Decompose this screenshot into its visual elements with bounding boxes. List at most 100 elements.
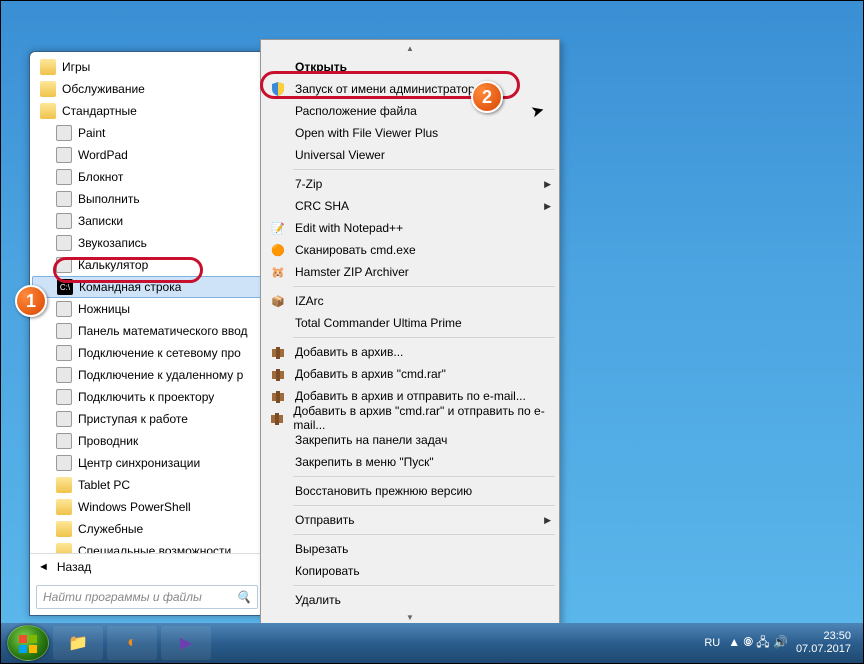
menu-item-label: Командная строка [79, 280, 181, 294]
ctx-item-1[interactable]: Запуск от имени администратора [263, 78, 557, 100]
menu-item-label: Служебные [78, 522, 143, 536]
ctx-item-19[interactable]: Закрепить на панели задач [263, 429, 557, 451]
ctx-item-label: Universal Viewer [295, 148, 385, 162]
taskbar-explorer[interactable]: 📁 [53, 626, 103, 660]
blank-icon [269, 103, 287, 119]
menu-item-label: Обслуживание [62, 82, 145, 96]
ctx-item-8[interactable]: 📝Edit with Notepad++ [263, 217, 557, 239]
ctx-item-10[interactable]: 🐹Hamster ZIP Archiver [263, 261, 557, 283]
menu-item-paint[interactable]: Paint [32, 122, 262, 144]
folder-icon [56, 521, 72, 537]
menu-item-cmd[interactable]: C:\Командная строка [32, 276, 262, 298]
ctx-item-3[interactable]: Open with File Viewer Plus [263, 122, 557, 144]
paint-icon [56, 125, 72, 141]
blank-icon [269, 541, 287, 557]
math-icon [56, 323, 72, 339]
menu-item-folder[interactable]: Tablet PC [32, 474, 262, 496]
menu-item-notepad[interactable]: Блокнот [32, 166, 262, 188]
menu-item-label: Блокнот [78, 170, 123, 184]
scroll-up-icon[interactable]: ▲ [263, 42, 557, 56]
ctx-item-18[interactable]: Добавить в архив "cmd.rar" и отправить п… [263, 407, 557, 429]
menu-item-notes[interactable]: Записки [32, 210, 262, 232]
sound-icon [56, 235, 72, 251]
start-button[interactable] [7, 625, 49, 661]
ctx-item-29[interactable]: Удалить [263, 589, 557, 611]
blank-icon [269, 512, 287, 528]
menu-item-label: Приступая к работе [78, 412, 188, 426]
ctx-item-7[interactable]: CRC SHA▶ [263, 195, 557, 217]
menu-item-folder[interactable]: Windows PowerShell [32, 496, 262, 518]
hamster-icon: 🐹 [269, 264, 287, 280]
ctx-item-16[interactable]: Добавить в архив "cmd.rar" [263, 363, 557, 385]
menu-item-label: Звукозапись [78, 236, 147, 250]
back-button[interactable]: ◄ Назад [30, 553, 264, 579]
menu-item-folder-open[interactable]: Стандартные [32, 100, 262, 122]
ctx-item-22[interactable]: Восстановить прежнюю версию [263, 480, 557, 502]
tray-date: 07.07.2017 [796, 643, 851, 656]
ctx-item-label: Запуск от имени администратора [295, 82, 481, 96]
ctx-item-27[interactable]: Копировать [263, 560, 557, 582]
menu-item-folder[interactable]: Обслуживание [32, 78, 262, 100]
ctx-item-9[interactable]: 🟠 Сканировать cmd.exe [263, 239, 557, 261]
ctx-item-24[interactable]: Отправить▶ [263, 509, 557, 531]
menu-item-sound[interactable]: Звукозапись [32, 232, 262, 254]
ctx-item-26[interactable]: Вырезать [263, 538, 557, 560]
taskbar-mediaplayer[interactable]: ◐ [107, 626, 157, 660]
ctx-item-6[interactable]: 7-Zip▶ [263, 173, 557, 195]
ctx-item-12[interactable]: 📦IZArc [263, 290, 557, 312]
ctx-item-label: Edit with Notepad++ [295, 221, 403, 235]
calc-icon [56, 257, 72, 273]
search-icon: 🔍 [236, 590, 251, 604]
menu-item-run[interactable]: Выполнить [32, 188, 262, 210]
rdp-icon [56, 367, 72, 383]
blank-icon [269, 125, 287, 141]
ctx-item-2[interactable]: Расположение файла [263, 100, 557, 122]
winrar-icon [269, 388, 287, 404]
menu-item-label: Центр синхронизации [78, 456, 200, 470]
tray-clock[interactable]: 23:50 07.07.2017 [796, 630, 857, 656]
submenu-arrow-icon: ▶ [544, 515, 551, 526]
netproj-icon [56, 345, 72, 361]
ctx-item-label: Open with File Viewer Plus [295, 126, 438, 140]
menu-item-netproj[interactable]: Подключение к сетевому про [32, 342, 262, 364]
ctx-item-label: IZArc [295, 294, 324, 308]
menu-item-explorer[interactable]: Проводник [32, 430, 262, 452]
separator [293, 505, 555, 506]
menu-item-proj[interactable]: Подключить к проектору [32, 386, 262, 408]
ctx-item-20[interactable]: Закрепить в меню "Пуск" [263, 451, 557, 473]
ctx-item-13[interactable]: Total Commander Ultima Prime [263, 312, 557, 334]
ctx-item-4[interactable]: Universal Viewer [263, 144, 557, 166]
ctx-item-0[interactable]: Открыть [263, 56, 557, 78]
folder-icon [56, 499, 72, 515]
ctx-item-label: Добавить в архив "cmd.rar" и отправить п… [293, 404, 551, 432]
menu-item-folder[interactable]: Специальные возможности [32, 540, 262, 553]
taskbar-app[interactable]: ▶ [161, 626, 211, 660]
submenu-arrow-icon: ▶ [544, 201, 551, 212]
ctx-item-label: Закрепить в меню "Пуск" [295, 455, 434, 469]
shield-icon [269, 81, 287, 97]
tray-lang[interactable]: RU [704, 637, 720, 649]
menu-item-start[interactable]: Приступая к работе [32, 408, 262, 430]
avast-icon: 🟠 [269, 242, 287, 258]
ctx-item-label: Сканировать cmd.exe [295, 243, 416, 257]
menu-item-label: Выполнить [78, 192, 140, 206]
menu-item-wordpad[interactable]: WordPad [32, 144, 262, 166]
tray-icons[interactable]: ▲ 🞋 🖧 🔊 [728, 633, 788, 654]
menu-item-folder[interactable]: Игры [32, 56, 262, 78]
menu-item-sync[interactable]: Центр синхронизации [32, 452, 262, 474]
separator [293, 534, 555, 535]
menu-item-calc[interactable]: Калькулятор [32, 254, 262, 276]
menu-item-math[interactable]: Панель математического ввод [32, 320, 262, 342]
separator [293, 476, 555, 477]
menu-item-label: Подключение к удаленному р [78, 368, 243, 382]
notes-icon [56, 213, 72, 229]
menu-item-snip[interactable]: Ножницы [32, 298, 262, 320]
winrar-icon [269, 344, 287, 360]
back-arrow-icon: ◄ [38, 561, 49, 573]
menu-item-folder[interactable]: Служебные [32, 518, 262, 540]
menu-item-label: Ножницы [78, 302, 130, 316]
ctx-item-15[interactable]: Добавить в архив... [263, 341, 557, 363]
search-input[interactable]: Найти программы и файлы 🔍 [36, 585, 258, 609]
menu-item-rdp[interactable]: Подключение к удаленному р [32, 364, 262, 386]
wordpad-icon [56, 147, 72, 163]
